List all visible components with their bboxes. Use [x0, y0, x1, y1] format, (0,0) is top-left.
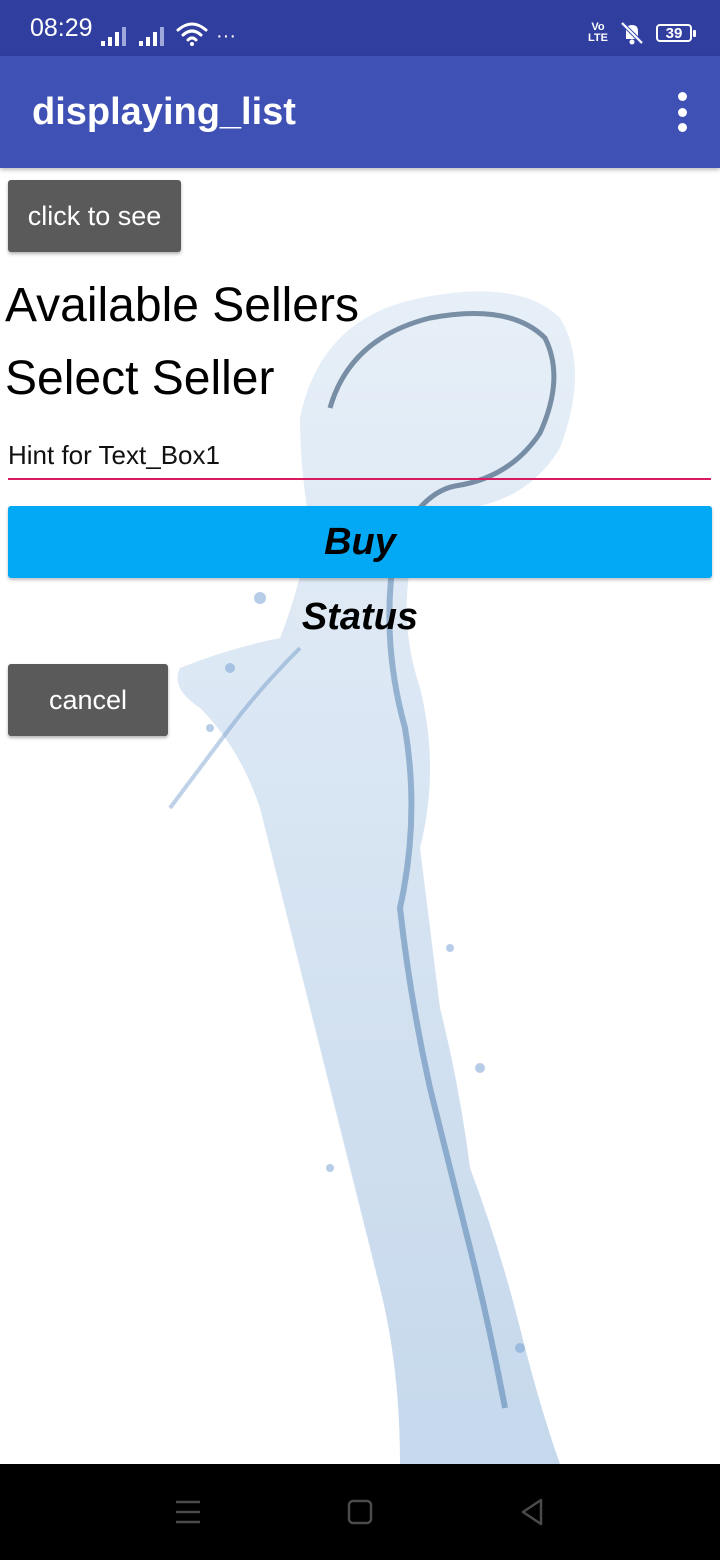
overflow-menu-icon[interactable] [670, 92, 694, 132]
click-to-see-button[interactable]: click to see [8, 180, 181, 252]
text-box-hint: Hint for Text_Box1 [8, 440, 220, 470]
status-icons-right: Vo LTE 39 [588, 18, 696, 48]
more-notifications-indicator: ··· [216, 25, 236, 47]
volte-icon: Vo LTE [588, 22, 608, 44]
text-box-1[interactable]: Hint for Text_Box1 [8, 434, 711, 480]
mute-icon [620, 21, 644, 45]
signal-icon [139, 27, 164, 46]
navigation-bar [0, 1464, 720, 1560]
menu-icon[interactable] [168, 1492, 208, 1532]
available-sellers-label: Available Sellers [5, 279, 359, 332]
select-seller-label: Select Seller [5, 352, 275, 405]
back-icon[interactable] [512, 1492, 552, 1532]
main-content: click to see Available Sellers Select Se… [0, 168, 720, 1464]
buy-button[interactable]: Buy [8, 506, 712, 578]
status-time: 08:29 [30, 14, 93, 42]
battery-icon: 39 [656, 24, 696, 42]
wifi-icon [176, 22, 208, 46]
cancel-button[interactable]: cancel [8, 664, 168, 736]
status-icons-left: ··· [100, 18, 236, 46]
home-icon[interactable] [340, 1492, 380, 1532]
app-bar: displaying_list [0, 56, 720, 168]
status-label: Status [301, 596, 419, 638]
status-bar: 08:29 ··· Vo LTE 39 [0, 0, 720, 56]
battery-level: 39 [665, 24, 683, 42]
volte-label-bottom: LTE [588, 32, 608, 44]
app-title: displaying_list [32, 91, 296, 133]
signal-icon [101, 27, 126, 46]
